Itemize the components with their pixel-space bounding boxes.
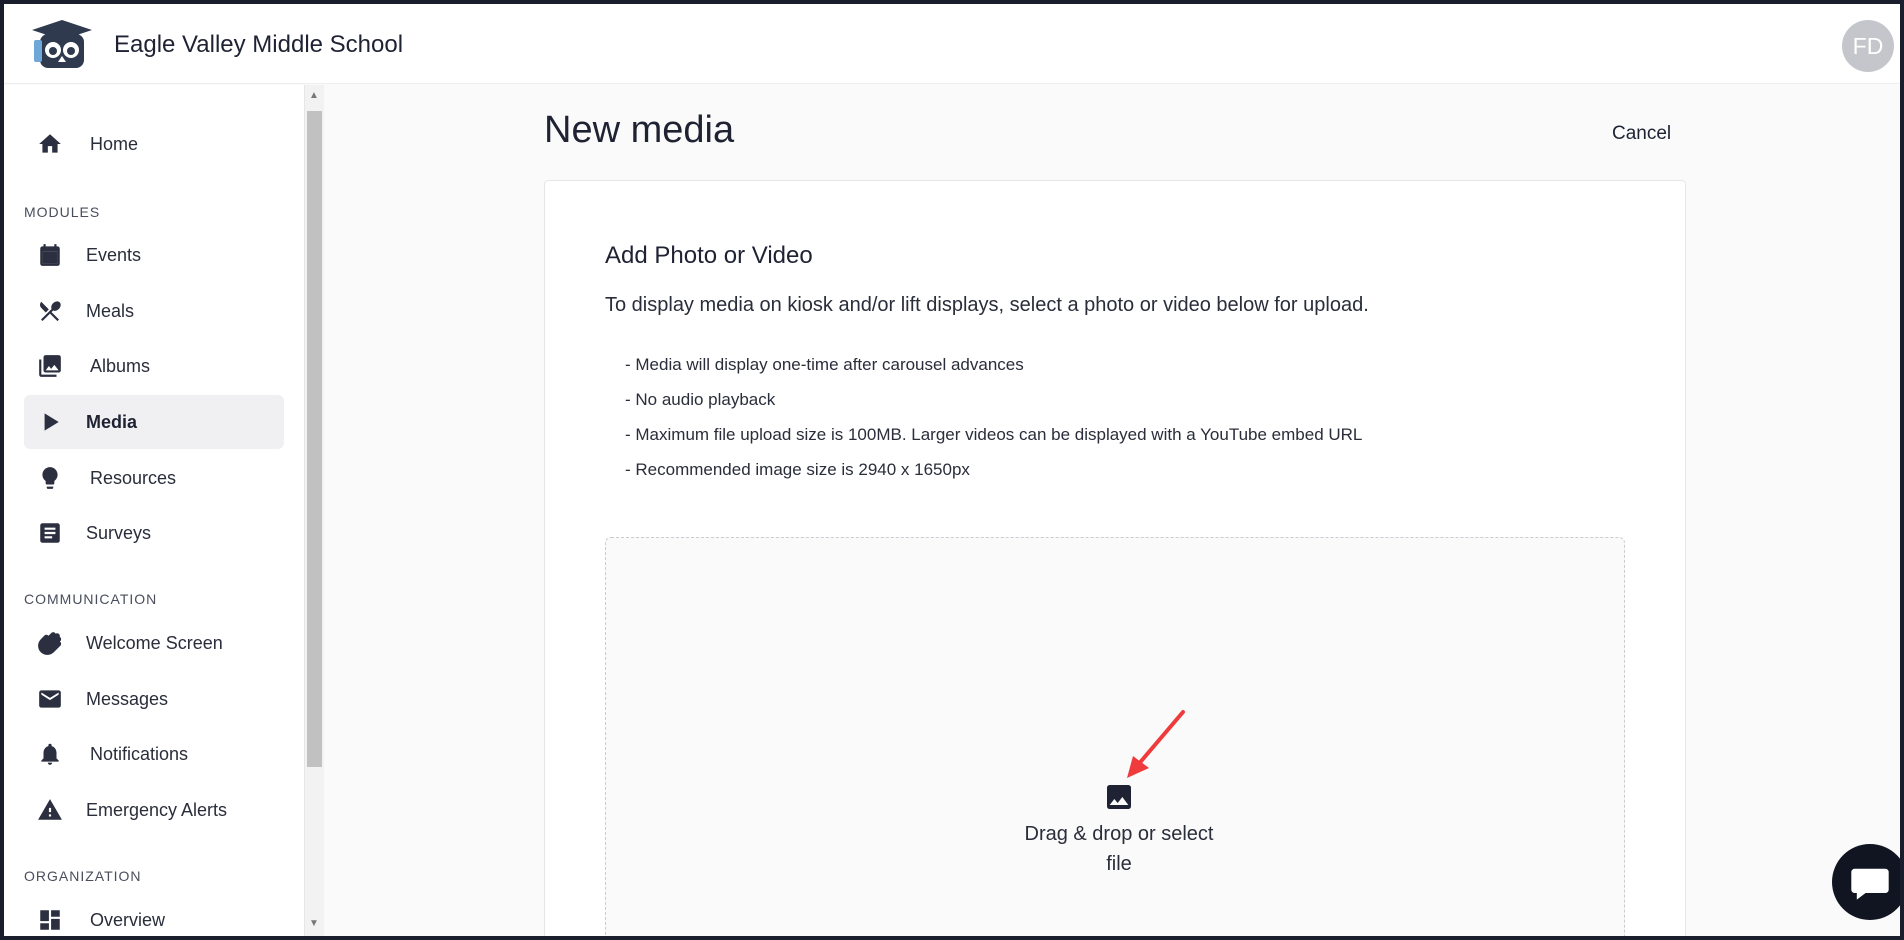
sidebar-item-overview[interactable]: Overview: [24, 893, 284, 936]
section-label-modules: MODULES: [24, 204, 101, 220]
dropzone-label[interactable]: Drag & drop or select file: [1014, 819, 1224, 879]
sidebar-item-label: Emergency Alerts: [86, 799, 228, 820]
survey-icon: [36, 519, 64, 547]
info-bullet: - Recommended image size is 2940 x 1650p…: [625, 460, 970, 479]
section-label-communication: COMMUNICATION: [24, 591, 158, 607]
mail-icon: [36, 685, 64, 713]
chat-button[interactable]: [1832, 844, 1900, 920]
calendar-icon: [36, 241, 64, 269]
home-icon: [36, 130, 64, 158]
sidebar-item-label: Surveys: [86, 522, 152, 543]
user-avatar[interactable]: FD: [1842, 20, 1894, 72]
utensils-icon: [36, 297, 64, 325]
sidebar-item-events[interactable]: Events: [24, 228, 284, 282]
card-description: To display media on kiosk and/or lift di…: [605, 294, 1369, 316]
info-bullet: - Media will display one-time after caro…: [625, 355, 1024, 374]
scroll-down-arrow-icon[interactable]: ▼: [308, 918, 320, 930]
photo-library-icon: [36, 352, 64, 380]
sidebar-item-messages[interactable]: Messages: [24, 672, 284, 726]
sidebar-item-label: Messages: [86, 688, 169, 709]
sidebar: Home MODULES Events Meals Albums Media R…: [4, 85, 304, 936]
sidebar-item-emergency-alerts[interactable]: Emergency Alerts: [24, 783, 284, 837]
info-bullet: - Maximum file upload size is 100MB. Lar…: [625, 425, 1363, 444]
cancel-button[interactable]: Cancel: [1612, 119, 1692, 149]
school-logo-icon[interactable]: [30, 18, 94, 72]
sidebar-item-label: Notifications: [90, 743, 189, 764]
sidebar-item-label: Overview: [90, 909, 166, 930]
school-name: Eagle Valley Middle School: [114, 31, 404, 58]
sidebar-item-label: Media: [86, 411, 138, 432]
scroll-up-arrow-icon[interactable]: ▲: [308, 90, 320, 102]
sidebar-item-meals[interactable]: Meals: [24, 284, 284, 338]
top-bar: Eagle Valley Middle School FD: [4, 4, 1900, 84]
sidebar-item-label: Albums: [90, 355, 151, 376]
image-icon[interactable]: [1103, 781, 1135, 813]
sidebar-item-label: Resources: [90, 467, 177, 488]
bell-icon: [36, 740, 64, 768]
play-icon: [36, 408, 64, 436]
sidebar-item-albums[interactable]: Albums: [24, 339, 284, 393]
chat-bubble-icon: [1851, 868, 1889, 900]
dashboard-icon: [36, 906, 64, 934]
page-title: New media: [544, 109, 735, 151]
waving-hand-icon: [36, 629, 64, 657]
lightbulb-icon: [36, 464, 64, 492]
app-window: Eagle Valley Middle School FD Home MODUL…: [4, 4, 1900, 936]
sidebar-item-label: Welcome Screen: [86, 632, 223, 653]
sidebar-scrollbar-thumb[interactable]: [307, 111, 322, 767]
sidebar-item-home[interactable]: Home: [24, 117, 284, 171]
section-label-organization: ORGANIZATION: [24, 868, 142, 884]
warning-icon: [36, 796, 64, 824]
annotation-arrow-icon: [1127, 710, 1185, 778]
sidebar-item-welcome-screen[interactable]: Welcome Screen: [24, 616, 284, 670]
sidebar-item-label: Home: [90, 133, 139, 154]
info-bullet: - No audio playback: [625, 390, 776, 409]
sidebar-item-surveys[interactable]: Surveys: [24, 506, 284, 560]
sidebar-item-label: Events: [86, 244, 142, 265]
sidebar-item-notifications[interactable]: Notifications: [24, 727, 284, 781]
sidebar-item-label: Meals: [86, 300, 135, 321]
sidebar-item-media[interactable]: Media: [24, 395, 284, 449]
card-title: Add Photo or Video: [605, 242, 813, 269]
sidebar-item-resources[interactable]: Resources: [24, 451, 284, 505]
